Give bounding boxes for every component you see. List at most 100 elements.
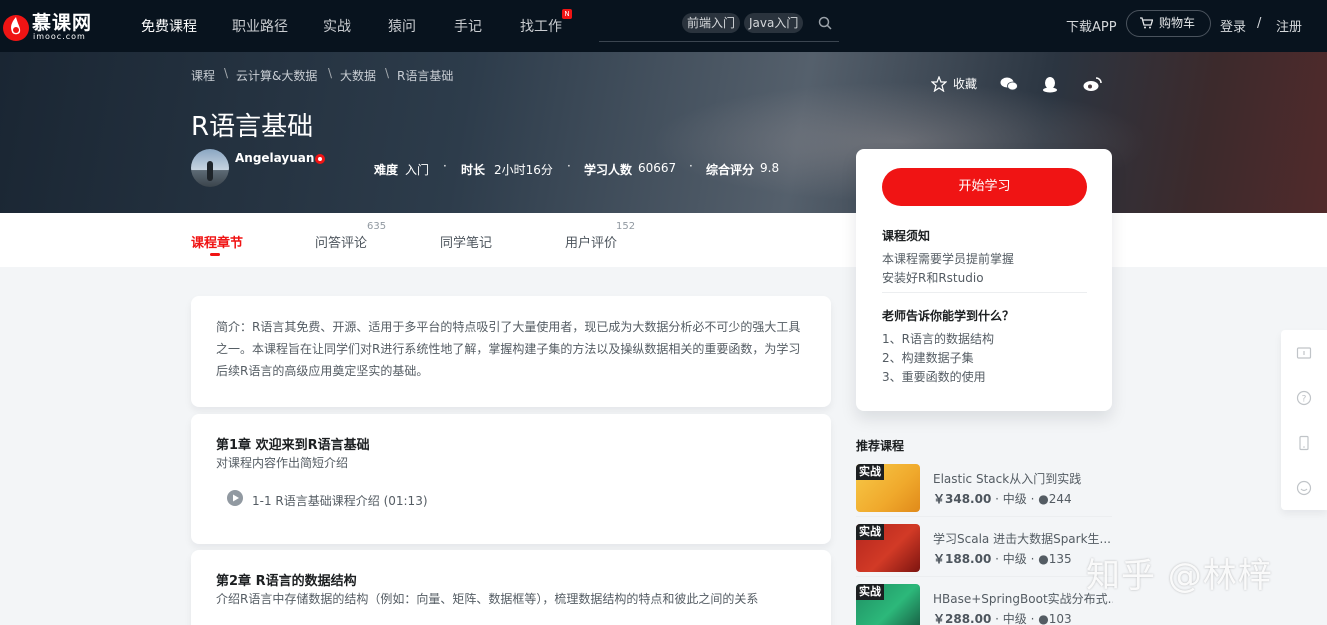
tab-reviews[interactable]: 用户评价 (565, 232, 617, 251)
course-intro-card: 简介：R语言其免费、开源、适用于多平台的特点吸引了大量使用者，现已成为大数据分析… (191, 296, 831, 407)
login-separator: / (1257, 16, 1262, 31)
recommend-price: ￥188.00 (933, 552, 992, 566)
nav-jobs[interactable]: 找工作 (520, 16, 562, 36)
download-app-link[interactable]: 下载APP (1066, 16, 1117, 35)
practice-tag: 实战 (856, 584, 884, 600)
cart-button[interactable]: 购物车 (1126, 10, 1211, 37)
breadcrumb-courses[interactable]: 课程 (191, 67, 215, 84)
cart-icon (1140, 17, 1153, 29)
recommend-students: 244 (1048, 492, 1072, 506)
course-title: R语言基础 (191, 112, 314, 142)
chapter-card: 第2章 R语言的数据结构 介绍R语言中存储数据的结构（例如：向量、矩阵、数据框等… (191, 550, 831, 625)
play-icon (227, 490, 243, 506)
learn-item: 2、构建数据子集 (882, 351, 974, 365)
tab-notes[interactable]: 同学笔记 (440, 232, 492, 251)
qq-icon[interactable] (1042, 76, 1058, 93)
difficulty-label: 难度 (374, 163, 399, 177)
tab-active-indicator (210, 253, 220, 256)
learn-title: 老师告诉你能学到什么？ (882, 309, 1015, 323)
mobile-icon[interactable] (1296, 435, 1312, 451)
register-link[interactable]: 注册 (1276, 16, 1302, 35)
wechat-icon[interactable] (1000, 76, 1018, 92)
star-icon[interactable] (931, 76, 947, 92)
chapter-title: 第2章 R语言的数据结构 (216, 574, 357, 589)
user-icon: ● (1038, 612, 1049, 625)
recommend-students: 103 (1048, 612, 1072, 625)
svg-text:?: ? (1302, 395, 1307, 405)
floating-toolbar: ? (1281, 330, 1327, 510)
top-nav: 慕课网 imooc.com 免费课程 职业路径 实战 猿问 手记 找工作 N 前… (0, 0, 1327, 52)
lesson-item[interactable]: 1-1 R语言基础课程介绍 (01:13) (227, 490, 627, 508)
login-link[interactable]: 登录 (1220, 16, 1246, 35)
logo[interactable]: 慕课网 imooc.com (0, 6, 110, 46)
notice-title: 课程须知 (882, 229, 931, 243)
recommend-item[interactable]: 实战 Elastic Stack从入门到实践 ￥348.00 · 中级 · ●2… (856, 464, 1112, 516)
recommend-item[interactable]: 实战 HBase+SpringBoot实战分布式... ￥288.00 · 中级… (856, 584, 1113, 625)
user-icon: ● (1038, 552, 1049, 566)
nav-free-courses[interactable]: 免费课程 (141, 16, 197, 36)
notice-line: 本课程需要学员提前掌握 (882, 252, 1015, 266)
search-tag-frontend[interactable]: 前端入门 (682, 13, 741, 33)
breadcrumb-bigdata[interactable]: 大数据 (340, 67, 376, 84)
students-label: 学习人数 (584, 163, 633, 177)
favorite-label[interactable]: 收藏 (953, 75, 977, 92)
course-banner: 课程 \ 云计算&大数据 \ 大数据 \ R语言基础 R语言基础 Angelay… (0, 52, 1327, 213)
rating-value: 9.8 (760, 161, 780, 175)
user-icon: ● (1038, 492, 1049, 506)
course-side-card: 开始学习 课程须知 本课程需要学员提前掌握 安装好R和Rstudio 老师告诉你… (856, 149, 1112, 411)
nav-career-path[interactable]: 职业路径 (232, 16, 288, 36)
help-icon[interactable]: ? (1296, 390, 1312, 406)
breadcrumb-current: R语言基础 (397, 69, 454, 83)
learn-item: 1、R语言的数据结构 (882, 332, 994, 346)
breadcrumb-cloud[interactable]: 云计算&大数据 (236, 67, 317, 84)
search-bar[interactable]: 前端入门 Java入门 (599, 11, 839, 42)
learn-item: 3、重要函数的使用 (882, 370, 986, 384)
duration-label: 时长 (461, 163, 486, 177)
search-icon[interactable] (818, 16, 832, 30)
breadcrumb-separator: \ (328, 66, 333, 80)
recommend-level: 中级 (1002, 492, 1027, 506)
recommend-name: Elastic Stack从入门到实践 (933, 472, 1082, 486)
recommend-name: 学习Scala 进击大数据Spark生... (933, 532, 1111, 546)
nav-qa[interactable]: 猿问 (388, 16, 416, 36)
practice-tag: 实战 (856, 464, 884, 480)
recommend-item[interactable]: 实战 学习Scala 进击大数据Spark生... ￥188.00 · 中级 ·… (856, 524, 1112, 576)
nav-notes[interactable]: 手记 (454, 16, 482, 36)
recommend-meta: ￥288.00 · 中级 · ●103 (933, 612, 1072, 625)
nav-practice[interactable]: 实战 (323, 16, 351, 36)
tab-qa[interactable]: 问答评论 (315, 232, 367, 251)
feedback-icon[interactable] (1296, 346, 1312, 362)
teacher-verified-icon (315, 154, 325, 164)
teacher-avatar[interactable] (191, 149, 229, 187)
watermark: 知乎 @林梓 (1086, 556, 1273, 596)
search-tag-java[interactable]: Java入门 (744, 13, 804, 33)
recommend-price: ￥348.00 (933, 492, 992, 506)
difficulty-value: 入门 (405, 163, 430, 177)
recommend-price: ￥288.00 (933, 612, 992, 625)
teacher-name[interactable]: Angelayuan (235, 151, 314, 165)
flame-logo-icon (3, 15, 29, 41)
logo-text: 慕课网 (32, 12, 93, 34)
tab-qa-count: 635 (367, 221, 387, 232)
chapter-title: 第1章 欢迎来到R语言基础 (216, 438, 370, 453)
chapter-description: 对课程内容作出简短介绍 (216, 456, 349, 470)
meta-dot: · (443, 159, 447, 173)
chat-icon[interactable] (1296, 480, 1312, 496)
course-thumbnail: 实战 (856, 464, 920, 512)
weibo-icon[interactable] (1083, 76, 1102, 92)
tab-reviews-count: 152 (616, 221, 636, 232)
recommend-students: 135 (1048, 552, 1072, 566)
divider (856, 576, 1112, 577)
breadcrumb-separator: \ (385, 66, 390, 80)
new-badge: N (562, 9, 572, 19)
logo-subtext: imooc.com (33, 32, 86, 41)
duration-value: 2小时16分 (494, 163, 553, 177)
divider (856, 516, 1112, 517)
chapter-description: 介绍R语言中存储数据的结构（例如：向量、矩阵、数据框等），梳理数据结构的特点和彼… (216, 592, 759, 606)
start-learning-button[interactable]: 开始学习 (882, 168, 1087, 206)
tab-chapters[interactable]: 课程章节 (191, 232, 243, 251)
practice-tag: 实战 (856, 524, 884, 540)
course-intro: 简介：R语言其免费、开源、适用于多平台的特点吸引了大量使用者，现已成为大数据分析… (216, 320, 801, 378)
recommend-meta: ￥188.00 · 中级 · ●135 (933, 552, 1072, 566)
notice-line: 安装好R和Rstudio (882, 271, 984, 285)
